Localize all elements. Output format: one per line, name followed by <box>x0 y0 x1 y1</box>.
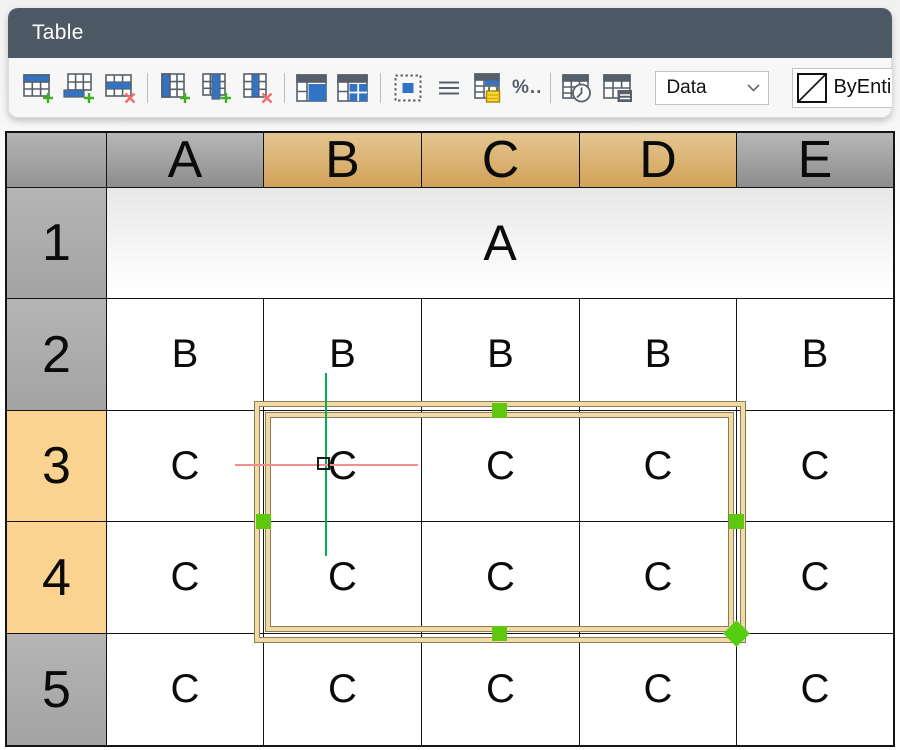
table-cell-a5[interactable]: C <box>107 634 263 745</box>
row-header-1[interactable]: 1 <box>7 188 106 298</box>
insert-row-above-icon <box>22 72 54 104</box>
match-cell-button[interactable] <box>389 68 427 108</box>
table-cell-d4[interactable]: C <box>580 522 736 633</box>
toolbar-separator <box>550 73 551 103</box>
delete-row-icon <box>104 72 136 104</box>
match-cell-icon <box>392 72 424 104</box>
grip-bottom-middle[interactable] <box>492 626 507 641</box>
data-style-value: Data <box>666 77 747 99</box>
row-header-3[interactable]: 3 <box>7 411 106 521</box>
table-cell-a4[interactable]: C <box>107 522 263 633</box>
column-header-e[interactable]: E <box>737 133 893 187</box>
table-cell-d5[interactable]: C <box>580 634 736 745</box>
cursor-pickbox <box>317 457 330 470</box>
table-toolbar: %.. <box>8 58 892 118</box>
row-header-4[interactable]: 4 <box>7 522 106 633</box>
grip-top-middle[interactable] <box>492 403 507 418</box>
cell-locking-icon <box>473 71 507 105</box>
unmerge-cells-icon <box>336 72 370 104</box>
palette-title: Table <box>32 21 84 45</box>
palette-title-bar[interactable]: Table <box>8 8 892 58</box>
insert-field-button[interactable] <box>559 68 597 108</box>
table-cell-a2[interactable]: B <box>107 299 263 410</box>
cell-locking-button[interactable] <box>471 68 509 108</box>
table-cell-d3[interactable]: C <box>580 411 736 521</box>
row-header-5[interactable]: 5 <box>7 634 106 745</box>
table-cell-c5[interactable]: C <box>422 634 579 745</box>
data-format-button[interactable]: %.. <box>512 77 542 99</box>
table-grid: ABCDE1A2BBBBB3CCCCC4CCCCC5CCCCC <box>5 131 895 747</box>
manage-cell-content-icon <box>602 71 636 105</box>
data-style-dropdown[interactable]: Data <box>655 71 769 105</box>
table-cell-e5[interactable]: C <box>737 634 893 745</box>
insert-column-left-button[interactable] <box>156 68 194 108</box>
column-header-d[interactable]: D <box>580 133 736 187</box>
grip-right-middle[interactable] <box>729 514 744 529</box>
insert-row-below-button[interactable] <box>60 68 98 108</box>
table-cell-b2[interactable]: B <box>264 299 421 410</box>
insert-field-icon <box>561 71 595 105</box>
table-cell-b5[interactable]: C <box>264 634 421 745</box>
byentity-dropdown[interactable]: ByEnti <box>792 68 892 108</box>
manage-cell-content-button[interactable] <box>600 68 638 108</box>
column-header-b[interactable]: B <box>264 133 421 187</box>
merge-cells-icon <box>295 72 329 104</box>
delete-column-icon <box>241 72 273 104</box>
diagonal-line-swatch-icon <box>797 73 827 103</box>
toolbar-separator <box>284 73 285 103</box>
table-cell-e2[interactable]: B <box>737 299 893 410</box>
table-cell-a3[interactable]: C <box>107 411 263 521</box>
insert-column-left-icon <box>159 72 191 104</box>
insert-row-below-icon <box>63 72 95 104</box>
table-cell-c4[interactable]: C <box>422 522 579 633</box>
cell-alignment-icon <box>434 73 464 103</box>
table-cell-b4[interactable]: C <box>264 522 421 633</box>
row-header-2[interactable]: 2 <box>7 299 106 410</box>
table-cell-c3[interactable]: C <box>422 411 579 521</box>
toolbar-separator <box>380 73 381 103</box>
column-header-a[interactable]: A <box>107 133 263 187</box>
insert-column-right-button[interactable] <box>197 68 235 108</box>
delete-column-button[interactable] <box>238 68 276 108</box>
delete-row-button[interactable] <box>101 68 139 108</box>
table-toolbar-palette: Table <box>8 8 892 118</box>
column-header-c[interactable]: C <box>422 133 579 187</box>
merge-cells-button[interactable] <box>293 68 331 108</box>
table-cell-e4[interactable]: C <box>737 522 893 633</box>
percent-icon: %.. <box>512 77 542 98</box>
insert-column-right-icon <box>200 72 232 104</box>
table-cell-b3[interactable]: C <box>264 411 421 521</box>
table-cell-d2[interactable]: B <box>580 299 736 410</box>
cell-alignment-button[interactable] <box>430 68 468 108</box>
table-cell-e3[interactable]: C <box>737 411 893 521</box>
chevron-down-icon <box>747 84 760 92</box>
toolbar-separator <box>147 73 148 103</box>
insert-row-above-button[interactable] <box>19 68 57 108</box>
byentity-value: ByEnti <box>833 76 892 99</box>
corner-header <box>7 133 106 187</box>
table-cell-c2[interactable]: B <box>422 299 579 410</box>
unmerge-cells-button[interactable] <box>334 68 372 108</box>
grip-left-middle[interactable] <box>256 514 271 529</box>
table-cell-merged-row-1[interactable]: A <box>107 188 893 298</box>
